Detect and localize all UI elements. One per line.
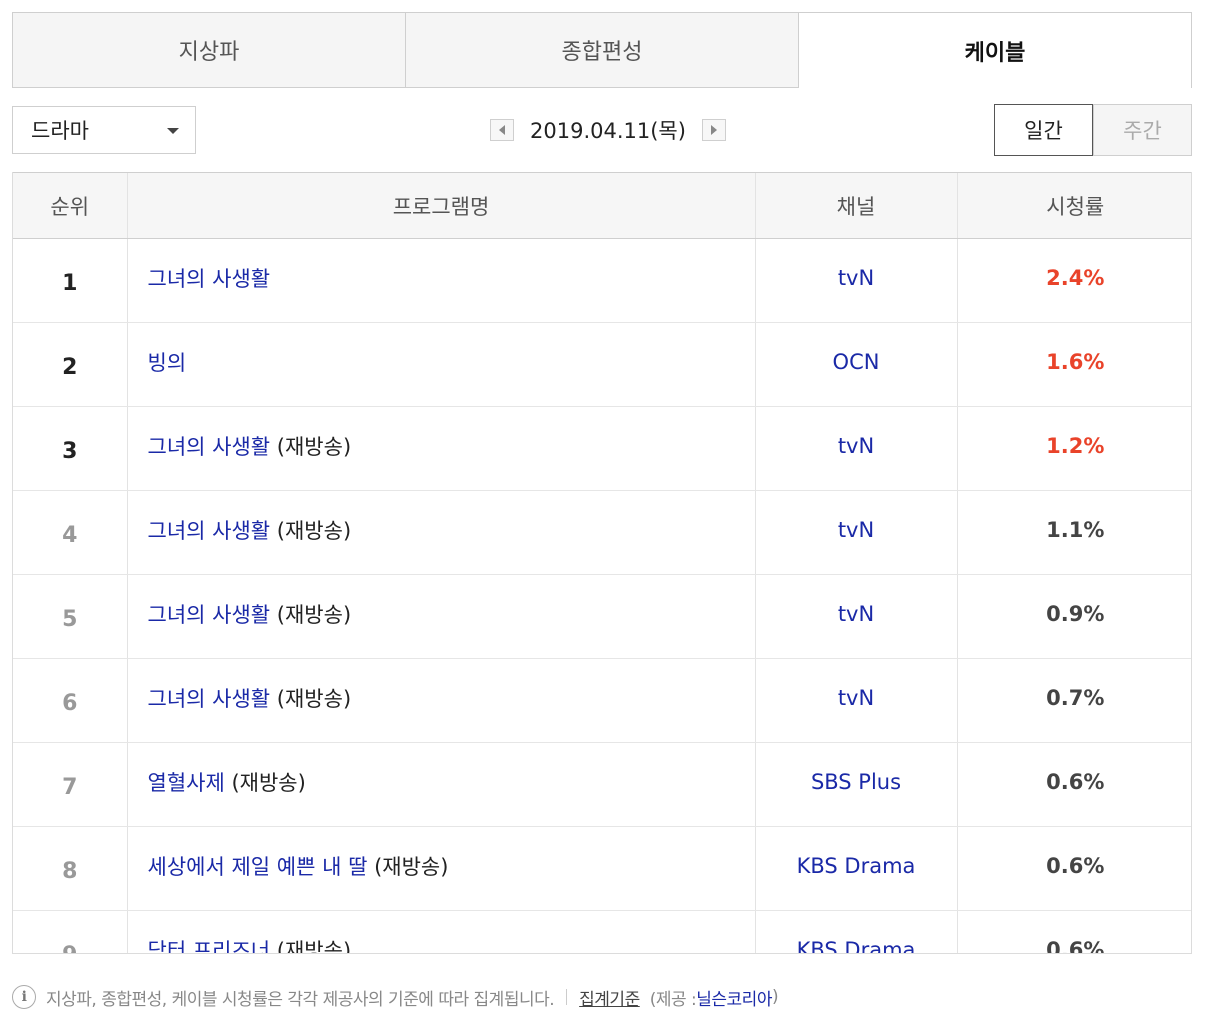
notice-text: 지상파, 종합편성, 케이블 시청률은 각각 제공사의 기준에 따라 집계됩니다…: [46, 989, 555, 1010]
rank-cell: 4: [13, 490, 127, 575]
weekly-button[interactable]: 주간: [1093, 104, 1192, 156]
rerun-note: (재방송): [231, 770, 306, 795]
rerun-note: (재방송): [374, 854, 449, 879]
channel-cell: tvN: [754, 574, 957, 659]
rerun-note: (재방송): [276, 602, 352, 627]
table-row: 9 닥터 프리즈너 (재방송) KBS Drama 0.6%: [13, 910, 1191, 954]
program-link[interactable]: 열혈사제: [148, 771, 225, 795]
rank-cell: 7: [13, 742, 127, 827]
program-link[interactable]: 그녀의 사생활: [148, 267, 271, 291]
table-row: 5 그녀의 사생활 (재방송) tvN 0.9%: [13, 574, 1191, 659]
rank-cell: 6: [13, 658, 127, 743]
table-row: 2 빙의 OCN 1.6%: [13, 322, 1191, 407]
header-program: 프로그램명: [126, 172, 755, 239]
table-row: 4 그녀의 사생활 (재방송) tvN 1.1%: [13, 490, 1191, 575]
rank-cell: 1: [13, 238, 127, 323]
program-cell: 닥터 프리즈너 (재방송): [126, 910, 755, 954]
period-toggle: 일간 주간: [994, 104, 1192, 156]
channel-cell: KBS Drama: [754, 910, 957, 953]
info-icon: i: [12, 985, 36, 1009]
criteria-link[interactable]: 집계기준: [579, 985, 640, 1010]
program-link[interactable]: 빙의: [148, 351, 187, 375]
rerun-note: (재방송): [276, 434, 352, 459]
tab-cable[interactable]: 케이블: [799, 12, 1192, 88]
program-link[interactable]: 그녀의 사생활: [148, 687, 271, 711]
channel-cell: tvN: [754, 406, 957, 491]
ratings-table-container[interactable]: 순위 프로그램명 채널 시청률 1 그녀의 사생활 tvN 2.4% 2 빙의 …: [12, 172, 1192, 954]
program-link[interactable]: 그녀의 사생활: [148, 603, 271, 627]
tab-general-cable[interactable]: 종합편성: [406, 12, 799, 88]
genre-dropdown-value: 드라마: [31, 119, 89, 143]
daily-button[interactable]: 일간: [994, 104, 1093, 156]
ratings-table: 순위 프로그램명 채널 시청률 1 그녀의 사생활 tvN 2.4% 2 빙의 …: [13, 172, 1191, 954]
channel-cell: SBS Plus: [754, 742, 957, 827]
rating-cell: 0.6%: [956, 910, 1191, 953]
triangle-left-icon: [499, 125, 505, 135]
rating-cell: 1.1%: [956, 490, 1191, 575]
program-cell: 그녀의 사생활 (재방송): [126, 658, 755, 743]
rerun-note: (재방송): [276, 518, 352, 543]
header-rating: 시청률: [956, 172, 1191, 239]
rating-cell: 2.4%: [956, 238, 1191, 323]
channel-cell: KBS Drama: [754, 826, 957, 911]
current-date: 2019.04.11(목): [530, 119, 686, 143]
rating-cell: 0.9%: [956, 574, 1191, 659]
rerun-note: (재방송): [276, 686, 352, 711]
program-link[interactable]: 닥터 프리즈너: [148, 939, 271, 954]
broadcast-type-tabs: 지상파 종합편성 케이블: [12, 12, 1192, 88]
channel-cell: tvN: [754, 238, 957, 323]
provider-prefix: (제공 :: [649, 989, 697, 1010]
rating-cell: 0.7%: [956, 658, 1191, 743]
footer-notice: i 지상파, 종합편성, 케이블 시청률은 각각 제공사의 기준에 따라 집계됩…: [12, 984, 779, 1010]
program-cell: 그녀의 사생활 (재방송): [126, 406, 755, 491]
genre-dropdown[interactable]: 드라마: [12, 106, 196, 154]
program-cell: 세상에서 제일 예쁜 내 딸 (재방송): [126, 826, 755, 911]
program-link[interactable]: 세상에서 제일 예쁜 내 딸: [148, 855, 368, 879]
program-cell: 그녀의 사생활 (재방송): [126, 490, 755, 575]
program-cell: 그녀의 사생활: [126, 238, 755, 323]
prev-date-button[interactable]: [490, 119, 514, 141]
program-link[interactable]: 그녀의 사생활: [148, 435, 271, 459]
channel-cell: tvN: [754, 658, 957, 743]
date-navigator: 2019.04.11(목): [490, 114, 726, 146]
table-row: 6 그녀의 사생활 (재방송) tvN 0.7%: [13, 658, 1191, 743]
rating-cell: 0.6%: [956, 742, 1191, 827]
table-row: 8 세상에서 제일 예쁜 내 딸 (재방송) KBS Drama 0.6%: [13, 826, 1191, 911]
rank-cell: 8: [13, 826, 127, 911]
caret-down-icon: [167, 128, 179, 134]
program-cell: 빙의: [126, 322, 755, 407]
rating-cell: 1.2%: [956, 406, 1191, 491]
table-header-row: 순위 프로그램명 채널 시청률: [13, 172, 1191, 239]
rank-cell: 3: [13, 406, 127, 491]
channel-cell: tvN: [754, 490, 957, 575]
rank-cell: 9: [13, 910, 127, 953]
rank-cell: 2: [13, 322, 127, 407]
provider-link[interactable]: 닐슨코리아: [696, 985, 772, 1010]
program-cell: 그녀의 사생활 (재방송): [126, 574, 755, 659]
program-link[interactable]: 그녀의 사생활: [148, 519, 271, 543]
triangle-right-icon: [710, 125, 717, 135]
rating-cell: 1.6%: [956, 322, 1191, 407]
tab-terrestrial[interactable]: 지상파: [12, 12, 406, 88]
table-row: 3 그녀의 사생활 (재방송) tvN 1.2%: [13, 406, 1191, 491]
program-cell: 열혈사제 (재방송): [126, 742, 755, 827]
provider-suffix: ): [771, 987, 779, 1007]
header-channel: 채널: [754, 172, 957, 239]
next-date-button[interactable]: [701, 119, 726, 141]
rerun-note: (재방송): [276, 938, 352, 954]
rating-cell: 0.6%: [956, 826, 1191, 911]
table-row: 1 그녀의 사생활 tvN 2.4%: [13, 238, 1191, 323]
divider: [566, 989, 568, 1005]
channel-cell: OCN: [754, 322, 957, 407]
header-rank: 순위: [13, 172, 127, 239]
table-row: 7 열혈사제 (재방송) SBS Plus 0.6%: [13, 742, 1191, 827]
rank-cell: 5: [13, 574, 127, 659]
